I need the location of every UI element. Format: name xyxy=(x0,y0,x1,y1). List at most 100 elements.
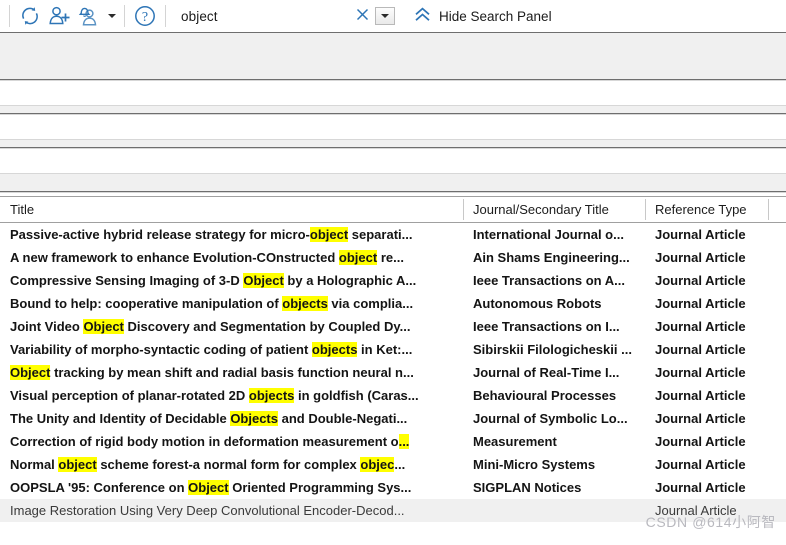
close-icon xyxy=(355,7,370,25)
search-options-dropdown[interactable] xyxy=(375,7,395,25)
search-criteria-row-2[interactable] xyxy=(0,115,786,139)
table-row[interactable]: Visual perception of planar-rotated 2D o… xyxy=(0,384,786,407)
cell-reference-type: Journal Article xyxy=(655,434,746,449)
cell-journal: Ieee Transactions on I... xyxy=(473,319,620,334)
cell-journal: Journal of Symbolic Lo... xyxy=(473,411,628,426)
cell-reference-type: Journal Article xyxy=(655,365,746,380)
cell-title: Compressive Sensing Imaging of 3-D Objec… xyxy=(0,269,463,292)
chevron-down-icon xyxy=(108,14,116,18)
title-text: Discovery and Segmentation by Coupled Dy… xyxy=(123,319,411,334)
table-row[interactable]: The Unity and Identity of Decidable Obje… xyxy=(0,407,786,430)
table-row[interactable]: Passive-active hybrid release strategy f… xyxy=(0,223,786,246)
search-criteria-row-1[interactable] xyxy=(0,81,786,105)
table-row[interactable]: Joint Video Object Discovery and Segment… xyxy=(0,315,786,338)
table-body: Passive-active hybrid release strategy f… xyxy=(0,223,786,522)
cell-journal: Ain Shams Engineering... xyxy=(473,250,630,265)
cell-title: Normal object scheme forest-a normal for… xyxy=(0,453,463,476)
user-alert-dropdown-caret[interactable] xyxy=(105,2,119,30)
cell-reference-type: Journal Article xyxy=(655,273,746,288)
title-text: Compressive Sensing Imaging of 3-D xyxy=(10,273,244,288)
column-header-reference-type[interactable]: Reference Type xyxy=(645,197,768,222)
title-text: in goldfish (Caras... xyxy=(294,388,419,403)
cell-reference-type: Journal Article xyxy=(655,319,746,334)
search-input[interactable]: object xyxy=(171,2,349,30)
cell-reference-type: Journal Article xyxy=(655,411,746,426)
search-input-value: object xyxy=(181,8,218,24)
cell-reference-type: Journal Article xyxy=(655,227,746,242)
title-text: scheme forest-a normal form for complex xyxy=(96,457,361,472)
title-text: via complia... xyxy=(327,296,414,311)
table-row[interactable]: Compressive Sensing Imaging of 3-D Objec… xyxy=(0,269,786,292)
table-row[interactable]: Variability of morpho-syntactic coding o… xyxy=(0,338,786,361)
results-table: Title Journal/Secondary Title Reference … xyxy=(0,197,786,522)
cell-journal: Ieee Transactions on A... xyxy=(473,273,625,288)
table-row[interactable]: Correction of rigid body motion in defor… xyxy=(0,430,786,453)
column-header-spare[interactable] xyxy=(768,197,786,222)
title-text: Normal xyxy=(10,457,59,472)
help-icon: ? xyxy=(133,4,157,28)
title-text: re... xyxy=(377,250,404,265)
table-row[interactable]: Image Restoration Using Very Deep Convol… xyxy=(0,499,786,522)
search-term-highlight: Objects xyxy=(230,411,278,426)
toolbar-divider xyxy=(9,5,10,27)
title-text: Passive-active hybrid release strategy f… xyxy=(10,227,310,242)
cell-title: Variability of morpho-syntactic coding o… xyxy=(0,338,463,361)
search-row-spacer xyxy=(0,174,786,191)
cell-reference-type: Journal Article xyxy=(655,342,746,357)
hide-search-panel-label: Hide Search Panel xyxy=(439,8,552,24)
column-header-journal[interactable]: Journal/Secondary Title xyxy=(463,197,645,222)
add-user-icon xyxy=(48,5,72,27)
cell-title: Joint Video Object Discovery and Segment… xyxy=(0,315,463,338)
cell-journal: Journal of Real-Time I... xyxy=(473,365,620,380)
search-term-highlight: objects xyxy=(248,388,295,403)
sync-refresh-button[interactable] xyxy=(15,2,45,30)
title-text: Variability of morpho-syntactic coding o… xyxy=(10,342,312,357)
cell-journal: Measurement xyxy=(473,434,557,449)
cell-reference-type: Journal Article xyxy=(655,388,746,403)
search-term-highlight: object xyxy=(58,457,97,472)
title-text: A new framework to enhance Evolution-COn… xyxy=(10,250,339,265)
cell-journal: International Journal o... xyxy=(473,227,624,242)
toolbar-divider-3 xyxy=(165,5,166,27)
toolbar-divider-2 xyxy=(124,5,125,27)
cell-journal xyxy=(463,499,645,522)
cell-title: A new framework to enhance Evolution-COn… xyxy=(0,246,463,269)
user-alert-button[interactable] xyxy=(75,2,105,30)
title-text: The Unity and Identity of Decidable xyxy=(10,411,231,426)
search-panel xyxy=(0,32,786,197)
add-user-button[interactable] xyxy=(45,2,75,30)
table-row[interactable]: OOPSLA '95: Conference on Object Oriente… xyxy=(0,476,786,499)
search-term-highlight: Object xyxy=(188,480,229,495)
title-text: and Double-Negati... xyxy=(278,411,408,426)
table-row[interactable]: Object tracking by mean shift and radial… xyxy=(0,361,786,384)
clear-search-button[interactable] xyxy=(349,2,375,30)
cell-journal: Autonomous Robots xyxy=(473,296,602,311)
cell-reference-type: Journal Article xyxy=(655,296,746,311)
title-text: separati... xyxy=(348,227,413,242)
title-text: Image Restoration Using Very Deep Convol… xyxy=(10,503,405,518)
search-panel-toolbar-band xyxy=(0,33,786,79)
table-row[interactable]: A new framework to enhance Evolution-COn… xyxy=(0,246,786,269)
title-text: in Ket:... xyxy=(357,342,413,357)
column-header-title[interactable]: Title xyxy=(0,197,463,222)
cell-journal: Mini-Micro Systems xyxy=(473,457,596,472)
table-row[interactable]: Bound to help: cooperative manipulation … xyxy=(0,292,786,315)
cell-reference-type: Journal Article xyxy=(655,457,746,472)
search-term-highlight: objects xyxy=(311,342,358,357)
cell-journal: Sibirskii Filologicheskii ... xyxy=(473,342,632,357)
sync-refresh-icon xyxy=(19,5,41,27)
search-term-highlight: ... xyxy=(398,434,410,449)
search-criteria-row-3[interactable] xyxy=(0,149,786,173)
cell-reference-type: Journal Article xyxy=(655,250,746,265)
table-row[interactable]: Normal object scheme forest-a normal for… xyxy=(0,453,786,476)
hide-search-panel-button[interactable]: Hide Search Panel xyxy=(413,6,552,26)
cell-journal: SIGPLAN Notices xyxy=(473,480,582,495)
title-text: Visual perception of planar-rotated 2D xyxy=(10,388,249,403)
search-term-highlight: Object xyxy=(243,273,284,288)
help-button[interactable]: ? xyxy=(130,2,160,30)
toolbar: ? object Hide Search Panel xyxy=(0,0,786,32)
search-term-highlight: Object xyxy=(83,319,124,334)
cell-title: Bound to help: cooperative manipulation … xyxy=(0,292,463,315)
cell-title: Image Restoration Using Very Deep Convol… xyxy=(0,499,463,522)
search-row-spacer xyxy=(0,106,786,113)
